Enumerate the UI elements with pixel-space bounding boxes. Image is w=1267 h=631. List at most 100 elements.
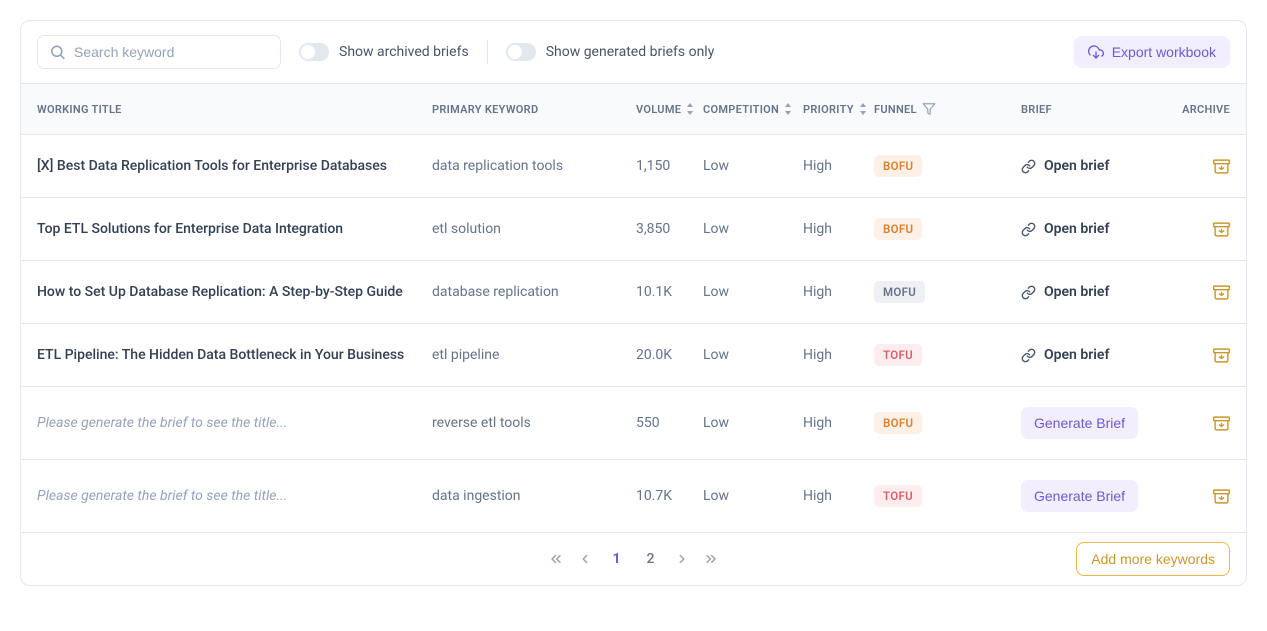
sort-icon	[784, 103, 792, 115]
first-page-button[interactable]	[548, 551, 564, 567]
competition-cell: Low	[703, 284, 803, 300]
table-row: How to Set Up Database Replication: A St…	[21, 261, 1246, 324]
prev-page-button[interactable]	[578, 552, 592, 566]
primary-keyword-cell: etl pipeline	[432, 347, 636, 363]
open-brief-label: Open brief	[1044, 347, 1109, 363]
add-more-keywords-button[interactable]: Add more keywords	[1076, 542, 1230, 576]
open-brief-link[interactable]: Open brief	[1021, 158, 1109, 174]
priority-cell: High	[803, 415, 874, 431]
next-page-button[interactable]	[675, 552, 689, 566]
competition-cell: Low	[703, 347, 803, 363]
toggle-archived-label: Show archived briefs	[339, 44, 469, 60]
archive-icon[interactable]	[1213, 488, 1230, 505]
funnel-badge: BOFU	[874, 412, 922, 434]
funnel-cell: MOFU	[874, 281, 1021, 303]
archive-icon[interactable]	[1213, 284, 1230, 301]
separator	[487, 40, 488, 64]
generate-brief-button[interactable]: Generate Brief	[1021, 407, 1138, 439]
primary-keyword-cell: etl solution	[432, 221, 636, 237]
toggle-archived[interactable]	[299, 43, 329, 61]
open-brief-link[interactable]: Open brief	[1021, 221, 1109, 237]
col-funnel[interactable]: FUNNEL	[874, 102, 1021, 116]
link-icon	[1021, 159, 1036, 174]
funnel-cell: BOFU	[874, 412, 1021, 434]
pagination: 12	[548, 549, 718, 569]
search-input[interactable]	[37, 35, 281, 69]
brief-cell: Generate Brief	[1021, 407, 1178, 439]
funnel-badge: MOFU	[874, 281, 925, 303]
volume-cell: 3,850	[636, 221, 703, 237]
funnel-badge: BOFU	[874, 155, 922, 177]
priority-cell: High	[803, 488, 874, 504]
archive-icon[interactable]	[1213, 158, 1230, 175]
priority-cell: High	[803, 284, 874, 300]
toggle-generated-label: Show generated briefs only	[546, 44, 715, 60]
working-title-cell: ETL Pipeline: The Hidden Data Bottleneck…	[37, 347, 432, 363]
toolbar: Show archived briefs Show generated brie…	[21, 21, 1246, 83]
search-icon	[49, 44, 66, 61]
page-number[interactable]: 2	[641, 549, 661, 569]
primary-keyword-cell: data ingestion	[432, 488, 636, 504]
brief-cell: Open brief	[1021, 284, 1178, 300]
primary-keyword-cell: reverse etl tools	[432, 415, 636, 431]
archive-cell	[1178, 347, 1230, 364]
col-primary-keyword: PRIMARY KEYWORD	[432, 103, 636, 116]
brief-cell: Open brief	[1021, 221, 1178, 237]
archive-cell	[1178, 488, 1230, 505]
competition-cell: Low	[703, 221, 803, 237]
sort-icon	[686, 103, 694, 115]
working-title-cell: Top ETL Solutions for Enterprise Data In…	[37, 221, 432, 237]
toggle-generated-group: Show generated briefs only	[506, 43, 715, 61]
col-brief: BRIEF	[1021, 103, 1178, 116]
export-label: Export workbook	[1112, 44, 1216, 60]
briefs-card: Show archived briefs Show generated brie…	[20, 20, 1247, 586]
search-wrap	[37, 35, 281, 69]
link-icon	[1021, 348, 1036, 363]
funnel-cell: BOFU	[874, 155, 1021, 177]
col-priority[interactable]: PRIORITY	[803, 103, 874, 116]
working-title-cell: How to Set Up Database Replication: A St…	[37, 284, 432, 300]
generate-brief-button[interactable]: Generate Brief	[1021, 480, 1138, 512]
archive-icon[interactable]	[1213, 415, 1230, 432]
funnel-cell: TOFU	[874, 344, 1021, 366]
open-brief-label: Open brief	[1044, 221, 1109, 237]
export-workbook-button[interactable]: Export workbook	[1074, 36, 1230, 68]
col-volume[interactable]: VOLUME	[636, 103, 703, 116]
filter-icon	[922, 102, 936, 116]
open-brief-link[interactable]: Open brief	[1021, 347, 1109, 363]
volume-cell: 1,150	[636, 158, 703, 174]
archive-cell	[1178, 415, 1230, 432]
brief-cell: Open brief	[1021, 158, 1178, 174]
funnel-badge: BOFU	[874, 218, 922, 240]
funnel-badge: TOFU	[874, 485, 922, 507]
priority-cell: High	[803, 347, 874, 363]
last-page-button[interactable]	[703, 551, 719, 567]
archive-cell	[1178, 158, 1230, 175]
col-working-title: WORKING TITLE	[37, 103, 432, 116]
col-archive: ARCHIVE	[1178, 103, 1230, 116]
toggle-generated[interactable]	[506, 43, 536, 61]
open-brief-label: Open brief	[1044, 158, 1109, 174]
volume-cell: 20.0K	[636, 347, 703, 363]
working-title-cell: Please generate the brief to see the tit…	[37, 488, 432, 504]
table-row: ETL Pipeline: The Hidden Data Bottleneck…	[21, 324, 1246, 387]
funnel-badge: TOFU	[874, 344, 922, 366]
primary-keyword-cell: data replication tools	[432, 158, 636, 174]
table-body: [X] Best Data Replication Tools for Ente…	[21, 135, 1246, 532]
priority-cell: High	[803, 221, 874, 237]
table-header: WORKING TITLE PRIMARY KEYWORD VOLUME COM…	[21, 83, 1246, 135]
archive-icon[interactable]	[1213, 347, 1230, 364]
working-title-cell: Please generate the brief to see the tit…	[37, 415, 432, 431]
page-number[interactable]: 1	[606, 549, 626, 569]
link-icon	[1021, 222, 1036, 237]
open-brief-link[interactable]: Open brief	[1021, 284, 1109, 300]
open-brief-label: Open brief	[1044, 284, 1109, 300]
footer: 12 Add more keywords	[21, 532, 1246, 585]
competition-cell: Low	[703, 488, 803, 504]
table-row: Top ETL Solutions for Enterprise Data In…	[21, 198, 1246, 261]
priority-cell: High	[803, 158, 874, 174]
archive-icon[interactable]	[1213, 221, 1230, 238]
volume-cell: 10.1K	[636, 284, 703, 300]
competition-cell: Low	[703, 158, 803, 174]
col-competition[interactable]: COMPETITION	[703, 103, 803, 116]
